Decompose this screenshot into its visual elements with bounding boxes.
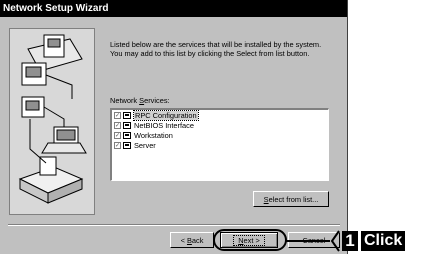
- network-services-label: Network Services:: [110, 96, 170, 105]
- callout-highlight-ring: [213, 229, 287, 251]
- list-item[interactable]: ✓ Workstation: [112, 130, 328, 140]
- callout-label: 1 Click: [330, 229, 406, 253]
- callout-leader-line: [286, 240, 330, 242]
- window-title: Network Setup Wizard: [3, 3, 109, 14]
- list-item[interactable]: ✓ Server: [112, 140, 328, 150]
- callout-bracket-icon: [330, 230, 340, 252]
- service-label: RPC Configuration: [133, 109, 199, 121]
- description: Listed below are the services that will …: [110, 40, 340, 58]
- callout-step-number: 1: [342, 231, 358, 251]
- checkbox-checked-icon[interactable]: ✓: [114, 131, 121, 139]
- description-line-1: Listed below are the services that will …: [110, 40, 322, 49]
- button-label: elect from list...: [268, 195, 319, 204]
- description-line-2: You may add to this list by clicking the…: [110, 49, 310, 58]
- service-label: Server: [134, 140, 156, 150]
- service-icon: [123, 111, 131, 119]
- back-button[interactable]: < Back: [170, 232, 214, 248]
- select-from-list-button[interactable]: Select from list...: [253, 191, 329, 207]
- services-listbox[interactable]: ✓ RPC Configuration ✓ NetBIOS Interface …: [110, 108, 329, 181]
- list-item[interactable]: ✓ RPC Configuration: [112, 109, 328, 121]
- service-icon: [123, 121, 131, 129]
- checkbox-checked-icon[interactable]: ✓: [114, 121, 121, 129]
- title-bar[interactable]: Network Setup Wizard: [0, 0, 347, 17]
- service-icon: [123, 141, 131, 149]
- service-label: Workstation: [134, 130, 173, 140]
- list-item[interactable]: ✓ NetBIOS Interface: [112, 120, 328, 130]
- checkbox-checked-icon[interactable]: ✓: [114, 141, 121, 149]
- label-part: Network: [110, 96, 140, 105]
- checkbox-checked-icon[interactable]: ✓: [114, 111, 121, 119]
- network-illustration: [9, 28, 95, 215]
- service-label: NetBIOS Interface: [134, 120, 194, 130]
- label-part: ervices:: [144, 96, 170, 105]
- service-icon: [123, 131, 131, 139]
- wizard-window: Network Setup Wizard Listed below are th…: [0, 0, 348, 254]
- button-label: ack: [191, 236, 204, 245]
- callout-text: Click: [361, 231, 406, 251]
- separator: [8, 224, 340, 226]
